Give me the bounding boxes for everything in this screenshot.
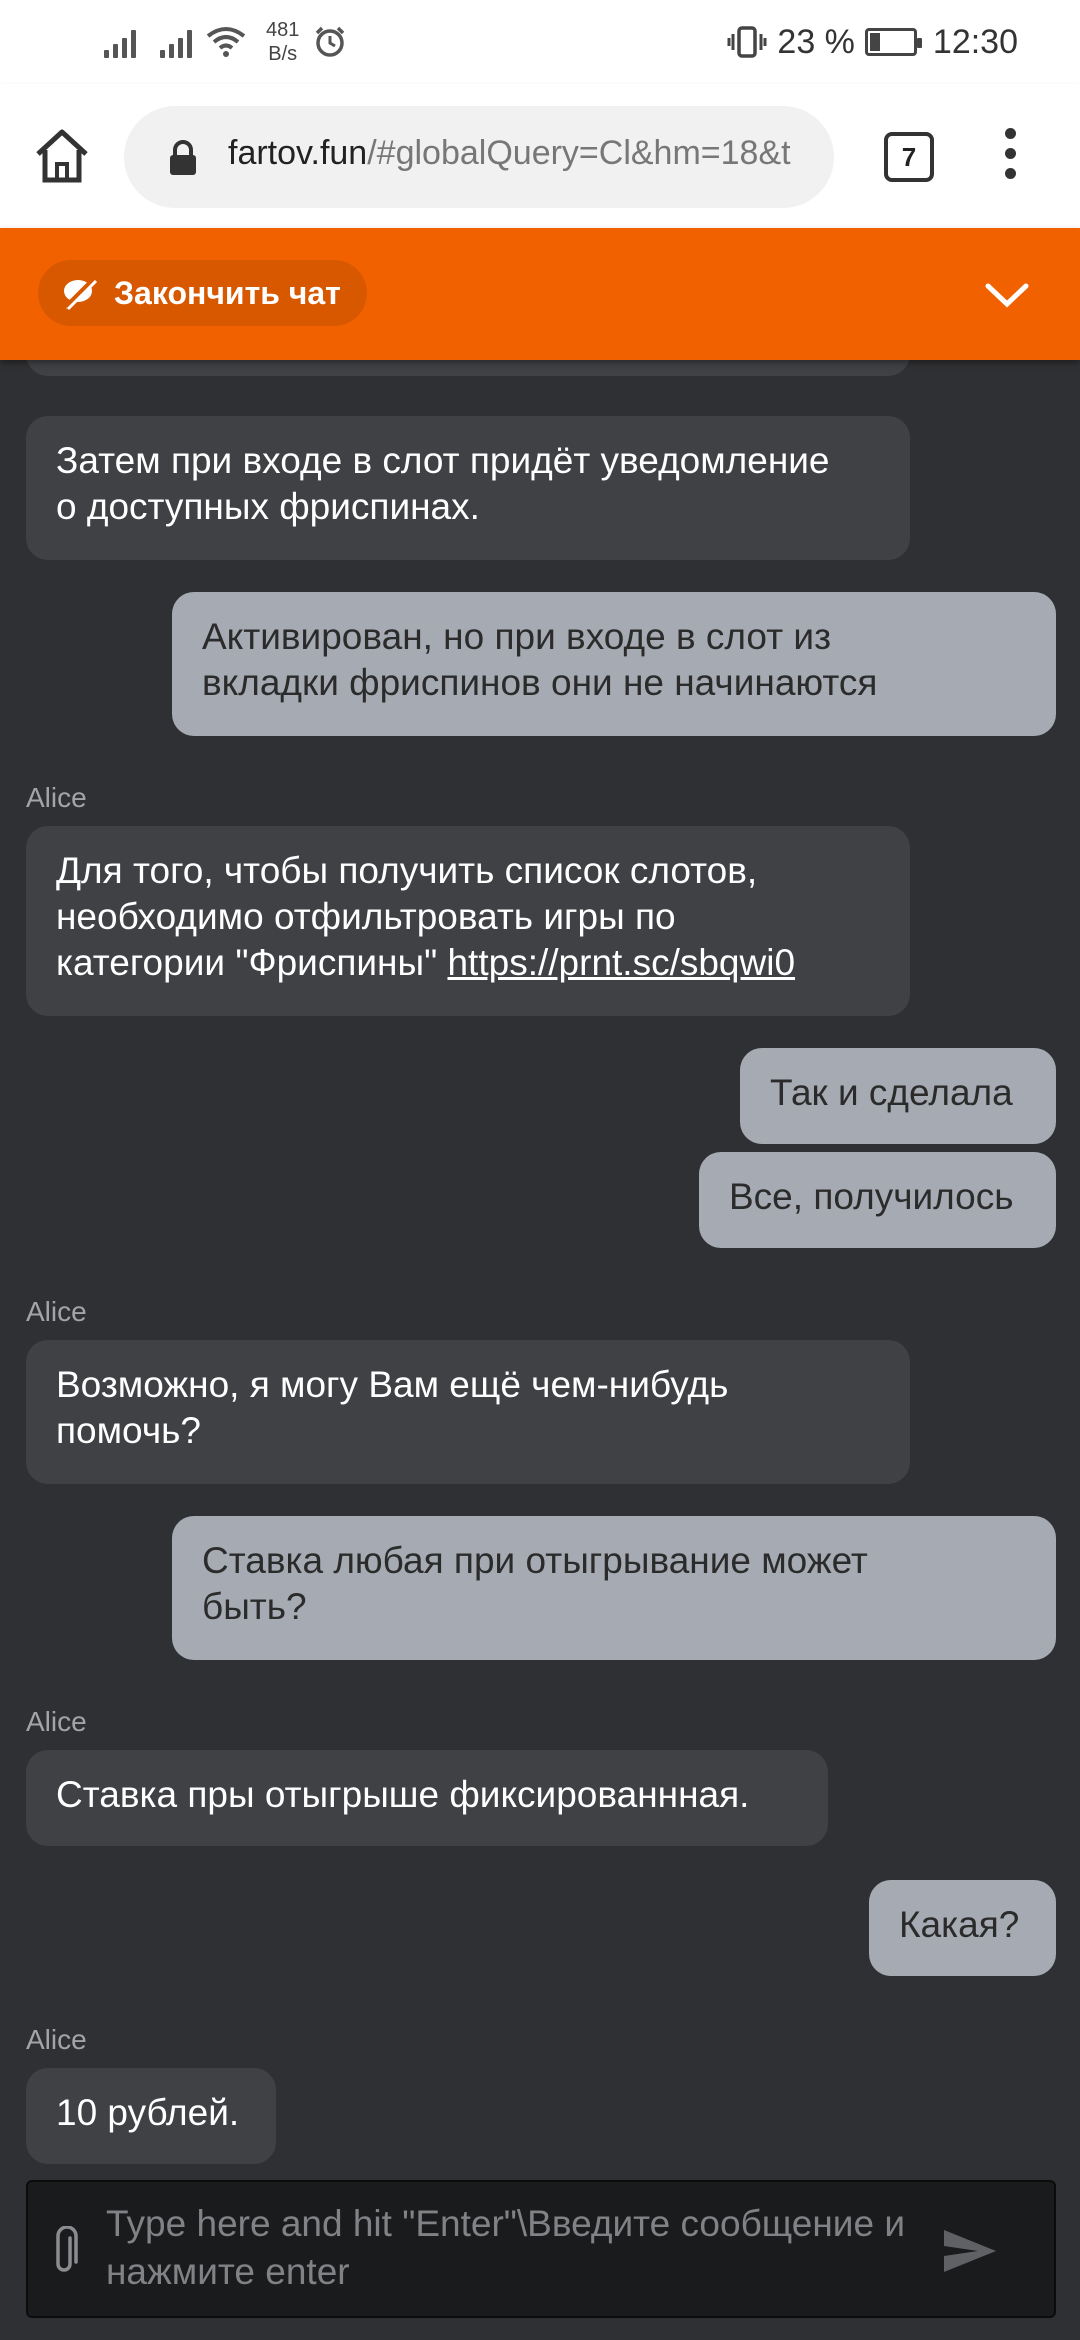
more-menu-icon[interactable] — [1000, 128, 1020, 184]
message-operator: Затем при входе в слот придёт уведомлени… — [26, 416, 910, 560]
message-user: Так и сделала — [740, 1048, 1056, 1144]
battery-percent: 23 % — [777, 22, 855, 61]
browser-toolbar: fartov.fun/#globalQuery=Cl&hm=18&t 7 — [0, 84, 1080, 228]
wifi-icon — [206, 27, 246, 57]
home-icon[interactable] — [30, 124, 94, 188]
status-left: 481 B/s — [104, 14, 347, 70]
lock-icon — [170, 140, 196, 175]
send-icon[interactable] — [940, 2226, 1000, 2276]
vibrate-icon — [727, 26, 767, 58]
net-speed-value: 481 — [266, 19, 300, 41]
chevron-down-icon[interactable] — [982, 270, 1032, 320]
clock: 12:30 — [932, 22, 1018, 61]
sender-name: Alice — [26, 1706, 87, 1737]
status-right: 23 % 12:30 — [727, 14, 1018, 70]
url-host: fartov.fun — [228, 134, 368, 172]
signal-2-icon — [160, 26, 192, 58]
net-speed-unit: B/s — [268, 43, 298, 65]
sender-name: Alice — [26, 1296, 87, 1327]
message-operator: Для того, чтобы получить список слотов, … — [26, 826, 910, 1016]
message-link[interactable]: https://prnt.sc/sbqwi0 — [447, 942, 795, 983]
message-operator: Ставка пры отыгрыше фиксированнная. — [26, 1750, 828, 1846]
chat-messages[interactable]: аккаунта,там же их можно активировать. З… — [0, 300, 1080, 2180]
chat-header: Закончить чат — [0, 228, 1080, 360]
end-chat-icon — [64, 277, 98, 311]
message-user: Все, получилось — [699, 1152, 1056, 1248]
attachment-icon[interactable] — [50, 2226, 80, 2278]
address-bar[interactable]: fartov.fun/#globalQuery=Cl&hm=18&t — [124, 106, 834, 208]
battery-fill — [869, 33, 880, 51]
message-user: Какая? — [869, 1880, 1056, 1976]
message-user: Активирован, но при входе в слот из вкла… — [172, 592, 1056, 736]
alarm-icon — [316, 26, 345, 57]
message-composer[interactable]: Type here and hit "Enter"\Введите сообще… — [26, 2180, 1056, 2318]
signal-1-icon — [104, 26, 136, 58]
url-text[interactable]: fartov.fun/#globalQuery=Cl&hm=18&t — [228, 134, 791, 173]
sender-name: Alice — [26, 2024, 87, 2055]
message-operator: Возможно, я могу Вам ещё чем-нибудь помо… — [26, 1340, 910, 1484]
sender-name: Alice — [26, 782, 87, 813]
status-bar: 481 B/s 23 % 12:30 — [0, 0, 1080, 84]
tab-switcher-button[interactable]: 7 — [884, 132, 934, 182]
url-path: /#globalQuery=Cl&hm=18&t — [367, 134, 791, 172]
message-user: Ставка любая при отыгрывание может быть? — [172, 1516, 1056, 1660]
end-chat-label: Закончить чат — [114, 274, 341, 311]
message-input[interactable]: Type here and hit "Enter"\Введите сообще… — [106, 2200, 926, 2296]
net-speed: 481 B/s — [266, 18, 299, 66]
message-operator: 10 рублей. — [26, 2068, 276, 2164]
battery-icon — [864, 28, 922, 56]
end-chat-button[interactable]: Закончить чат — [38, 260, 367, 326]
